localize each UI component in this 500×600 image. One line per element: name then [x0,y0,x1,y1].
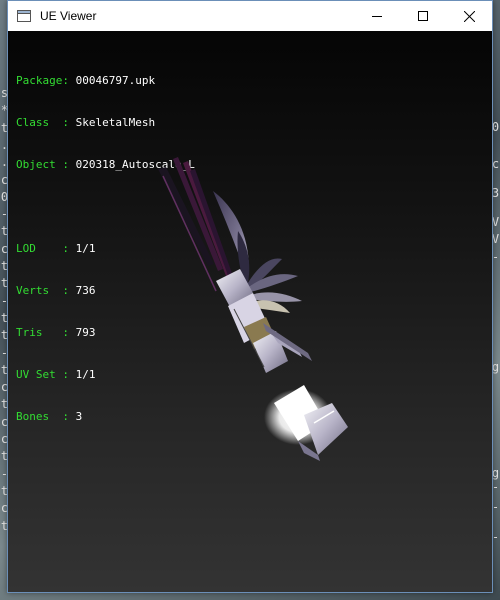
maximize-button[interactable] [400,1,446,31]
mesh-glow-piece [264,385,348,461]
close-button[interactable] [446,1,492,31]
window-controls [354,1,492,31]
mesh-streaks [158,157,234,292]
title-bar[interactable]: UE Viewer [8,1,492,31]
close-icon [463,10,475,22]
app-window-icon [17,10,31,22]
window-title: UE Viewer [40,9,97,23]
skeletal-mesh-render [158,157,348,461]
ue-viewer-window: UE Viewer Package: 00046797.upk Class: … [7,0,493,593]
minimize-button[interactable] [354,1,400,31]
maximize-icon [418,11,428,21]
minimize-icon [372,16,382,17]
3d-viewport[interactable]: Package: 00046797.upk Class : SkeletalMe… [8,31,492,592]
